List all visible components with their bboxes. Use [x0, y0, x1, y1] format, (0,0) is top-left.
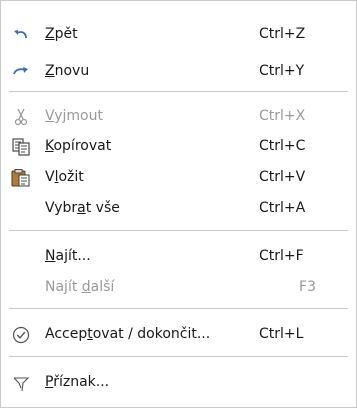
- redo-icon: [13, 67, 28, 75]
- check-circle-icon: [12, 326, 30, 344]
- menu-item-shortcut: Ctrl+F: [259, 248, 304, 264]
- flag-icon: [13, 377, 30, 392]
- menu-item-shortcut: Ctrl+X: [259, 108, 306, 124]
- menu-item-label: Najít další: [45, 279, 115, 295]
- menu-item-label: Znovu: [45, 63, 90, 79]
- menu-item-flag[interactable]: Příznak...: [1, 367, 356, 397]
- menu-separator: [9, 91, 348, 92]
- edit-context-menu: Zpět Ctrl+Z Znovu Ctrl+Y Vyjmout Ctrl+X …: [0, 0, 357, 408]
- menu-item-shortcut: Ctrl+L: [259, 326, 304, 342]
- menu-separator: [9, 308, 348, 309]
- menu-item-label: Vyjmout: [45, 108, 103, 124]
- menu-item-cut[interactable]: Vyjmout Ctrl+X: [1, 101, 356, 131]
- menu-item-label: Kopírovat: [45, 138, 112, 154]
- menu-item-find-next[interactable]: Najít další F3: [1, 272, 356, 302]
- menu-item-shortcut: Ctrl+Z: [259, 26, 306, 42]
- menu-item-redo[interactable]: Znovu Ctrl+Y: [1, 56, 356, 86]
- menu-item-label: Vybrat vše: [45, 200, 120, 216]
- menu-item-shortcut: Ctrl+V: [259, 169, 306, 185]
- menu-separator: [9, 230, 348, 231]
- menu-item-label: Vložit: [45, 169, 84, 185]
- menu-item-select-all[interactable]: Vybrat vše Ctrl+A: [1, 193, 356, 223]
- menu-item-shortcut: F3: [299, 279, 316, 295]
- undo-icon: [14, 30, 27, 39]
- menu-item-undo[interactable]: Zpět Ctrl+Z: [1, 19, 356, 49]
- paste-icon: [11, 169, 30, 187]
- menu-item-label: Najít...: [45, 248, 91, 264]
- menu-item-shortcut: Ctrl+A: [259, 200, 306, 216]
- cut-icon: [14, 108, 28, 126]
- menu-item-label: Příznak...: [45, 374, 110, 390]
- copy-icon: [12, 138, 30, 156]
- menu-item-label: Zpět: [45, 26, 78, 42]
- menu-item-paste[interactable]: Vložit Ctrl+V: [1, 162, 356, 192]
- menu-item-find[interactable]: Najít... Ctrl+F: [1, 241, 356, 271]
- menu-separator: [9, 356, 348, 357]
- menu-item-copy[interactable]: Kopírovat Ctrl+C: [1, 131, 356, 161]
- menu-item-shortcut: Ctrl+C: [259, 138, 306, 154]
- menu-item-label: Acceptovat / dokončit...: [45, 326, 211, 342]
- menu-item-accept-complete[interactable]: Acceptovat / dokončit... Ctrl+L: [1, 319, 356, 349]
- menu-item-shortcut: Ctrl+Y: [259, 63, 305, 79]
